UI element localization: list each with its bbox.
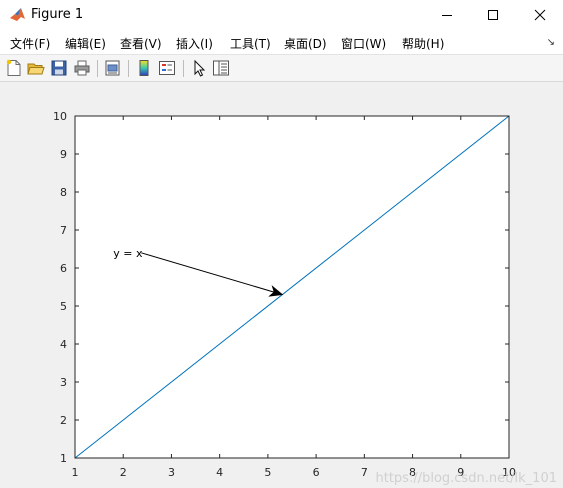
menu-insert[interactable]: 插入(I) (176, 35, 213, 52)
menu-tools[interactable]: 工具(T) (230, 35, 271, 52)
property-editor-icon[interactable] (212, 59, 230, 77)
menu-desktop[interactable]: 桌面(D) (284, 35, 327, 52)
x-tick-label: 7 (361, 466, 368, 479)
plot-axes[interactable]: 1 2 3 4 5 6 7 8 9 1012345678910y = x (0, 82, 563, 488)
x-tick-label: 4 (216, 466, 223, 479)
y-tick-label: 3 (60, 376, 67, 389)
y-tick-label: 8 (60, 186, 67, 199)
print-preview-icon[interactable] (104, 59, 122, 77)
watermark: https://blog.csdn.net/lk_101 (375, 471, 557, 486)
toolbar-separator (128, 60, 129, 77)
y-tick-label: 6 (60, 262, 67, 275)
open-folder-icon[interactable] (27, 59, 45, 77)
y-tick-label: 10 (53, 110, 67, 123)
minimize-icon (442, 15, 452, 16)
menu-bar: 文件(F) 编辑(E) 查看(V) 插入(I) 工具(T) 桌面(D) 窗口(W… (0, 30, 563, 54)
y-tick-label: 9 (60, 148, 67, 161)
toolbar-separator (97, 60, 98, 77)
y-tick-label: 5 (60, 300, 67, 313)
save-icon[interactable] (50, 59, 68, 77)
close-button[interactable] (517, 0, 563, 30)
close-icon (534, 9, 546, 21)
x-tick-label: 5 (264, 466, 271, 479)
pointer-icon[interactable] (190, 59, 208, 77)
toolbar-separator (183, 60, 184, 77)
x-tick-label: 2 (120, 466, 127, 479)
y-tick-label: 4 (60, 338, 67, 351)
toolbar (0, 54, 563, 82)
minimize-button[interactable] (424, 0, 470, 30)
menu-view[interactable]: 查看(V) (120, 35, 162, 52)
x-tick-label: 3 (168, 466, 175, 479)
figure-canvas: 1 2 3 4 5 6 7 8 9 10 1 2 3 4 5 6 7 8 9 10 y = x https://blog… (0, 82, 563, 488)
menu-help[interactable]: 帮助(H) (402, 35, 444, 52)
title-bar: Figure 1 (0, 0, 563, 30)
colorbar-icon[interactable] (135, 59, 153, 77)
menu-file[interactable]: 文件(F) (10, 35, 50, 52)
maximize-icon (488, 10, 498, 20)
print-icon[interactable] (73, 59, 91, 77)
x-tick-label: 1 (72, 466, 79, 479)
maximize-button[interactable] (470, 0, 516, 30)
menu-edit[interactable]: 编辑(E) (65, 35, 106, 52)
y-tick-label: 1 (60, 452, 67, 465)
y-tick-label: 7 (60, 224, 67, 237)
menu-dock-arrow-icon[interactable]: ↘ (547, 37, 555, 48)
legend-icon[interactable] (158, 59, 176, 77)
x-tick-label: 6 (313, 466, 320, 479)
annotation-text: y = x (113, 247, 143, 260)
matlab-logo-icon (10, 8, 25, 21)
figure-window: Figure 1 文件(F) 编辑(E) 查看(V) 插入(I) 工具(T) 桌… (0, 0, 563, 488)
menu-window[interactable]: 窗口(W) (341, 35, 386, 52)
y-tick-label: 2 (60, 414, 67, 427)
window-title: Figure 1 (31, 7, 84, 22)
new-file-icon[interactable] (5, 59, 23, 77)
